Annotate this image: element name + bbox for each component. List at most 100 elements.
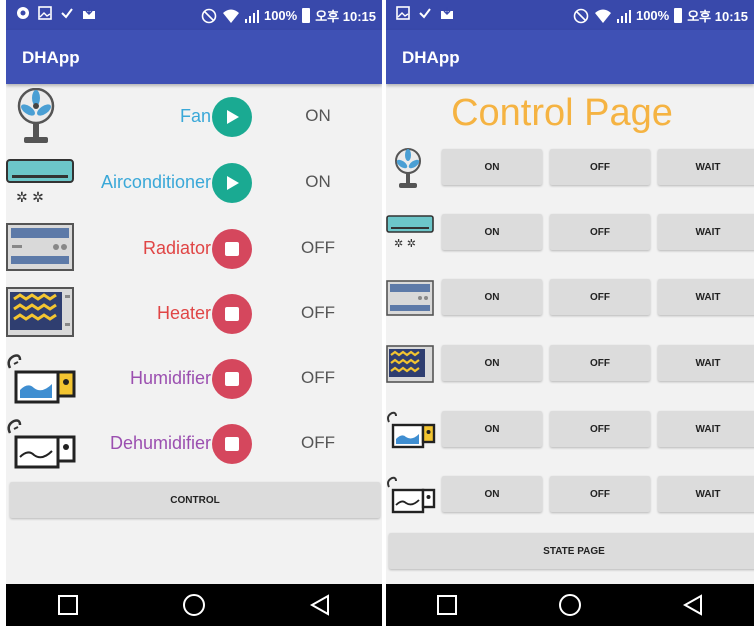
back-icon[interactable] — [682, 594, 704, 616]
signal-icon — [616, 9, 631, 23]
device-name: Airconditioner — [100, 172, 211, 192]
state-toggle-button[interactable] — [212, 294, 252, 334]
air-conditioner-icon: ✲ ✲ — [6, 154, 78, 212]
wifi-icon — [594, 8, 612, 24]
download-icon — [440, 6, 454, 20]
status-bar: 100% 오후 10:15 — [386, 0, 754, 30]
play-icon — [227, 110, 239, 124]
device-name: Fan — [179, 106, 211, 126]
dehumidifier-icon — [6, 415, 78, 473]
state-page-button[interactable]: STATE PAGE — [389, 533, 754, 569]
fan-icon — [6, 87, 78, 146]
state-toggle-button[interactable] — [212, 163, 252, 203]
air-conditioner-icon: ✲ ✲ — [386, 213, 436, 253]
fan-on-button[interactable]: ON — [442, 149, 542, 185]
control-row-humidifier: ON OFF WAIT — [386, 410, 754, 450]
humidifier-off-button[interactable]: OFF — [550, 411, 650, 447]
airconditioner-on-button[interactable]: ON — [442, 214, 542, 250]
heater-off-button[interactable]: OFF — [550, 345, 650, 381]
control-row-heater: ON OFF WAIT — [386, 344, 754, 384]
device-row-dehumidifier: Dehumidifier OFF — [6, 413, 382, 475]
battery-percent: 100% — [635, 8, 670, 23]
page-title: Control Page — [451, 92, 673, 134]
signal-icon — [244, 9, 259, 23]
control-button[interactable]: CONTROL — [10, 482, 380, 518]
heater-on-button[interactable]: ON — [442, 345, 542, 381]
clock: 오후 10:15 — [687, 9, 748, 24]
airconditioner-wait-button[interactable]: WAIT — [658, 214, 754, 250]
checkmark-icon — [418, 6, 432, 20]
state-label: OFF — [301, 368, 335, 387]
battery-icon — [302, 8, 311, 23]
recent-apps-icon[interactable] — [436, 594, 458, 616]
app-title: DHApp — [402, 48, 460, 67]
wifi-icon — [222, 8, 240, 24]
mute-icon — [201, 8, 217, 24]
control-row-radiator: ON OFF WAIT — [386, 278, 754, 318]
fan-icon — [386, 148, 436, 188]
gallery-icon — [396, 6, 410, 20]
clock: 오후 10:15 — [315, 9, 376, 24]
navigation-bar — [386, 584, 754, 626]
state-toggle-button[interactable] — [212, 424, 252, 464]
fan-off-button[interactable]: OFF — [550, 149, 650, 185]
device-row-humidifier: Humidifier OFF — [6, 348, 382, 410]
fan-wait-button[interactable]: WAIT — [658, 149, 754, 185]
device-name: Radiator — [142, 238, 211, 258]
home-icon[interactable] — [182, 593, 206, 617]
state-label: ON — [305, 106, 331, 125]
recent-apps-icon[interactable] — [57, 594, 79, 616]
home-icon[interactable] — [558, 593, 582, 617]
device-name: Humidifier — [129, 368, 211, 388]
battery-icon — [674, 8, 683, 23]
stop-icon — [225, 372, 239, 386]
state-label: OFF — [301, 238, 335, 257]
battery-percent: 100% — [263, 8, 298, 23]
device-row-airconditioner: ✲ ✲ Airconditioner ON — [6, 152, 382, 214]
control-row-fan: ON OFF WAIT — [386, 148, 754, 188]
control-screen: 100% 오후 10:15 DHApp Control Page ON OFF … — [386, 0, 754, 626]
humidifier-wait-button[interactable]: WAIT — [658, 411, 754, 447]
radiator-icon — [6, 220, 78, 278]
radiator-on-button[interactable]: ON — [442, 279, 542, 315]
radiator-icon — [386, 278, 436, 318]
state-label: OFF — [301, 433, 335, 452]
device-name: Heater — [156, 303, 211, 323]
state-label: OFF — [301, 303, 335, 322]
state-toggle-button[interactable] — [212, 359, 252, 399]
control-row-dehumidifier: ON OFF WAIT — [386, 475, 754, 515]
dehumidifier-off-button[interactable]: OFF — [550, 476, 650, 512]
radiator-wait-button[interactable]: WAIT — [658, 279, 754, 315]
device-row-heater: Heater OFF — [6, 283, 382, 345]
app-bar: DHApp — [386, 30, 754, 84]
heater-wait-button[interactable]: WAIT — [658, 345, 754, 381]
humidifier-icon — [386, 410, 436, 450]
download-icon — [82, 6, 96, 20]
notification-icon — [16, 6, 30, 20]
state-toggle-button[interactable] — [212, 97, 252, 137]
state-toggle-button[interactable] — [212, 229, 252, 269]
stop-icon — [225, 242, 239, 256]
stop-icon — [225, 307, 239, 321]
device-row-radiator: Radiator OFF — [6, 218, 382, 280]
checkmark-icon — [60, 6, 74, 20]
state-label: ON — [305, 172, 331, 191]
svg-text:✲ ✲: ✲ ✲ — [16, 190, 44, 206]
humidifier-on-button[interactable]: ON — [442, 411, 542, 447]
dehumidifier-icon — [386, 475, 436, 515]
app-bar: DHApp — [6, 30, 382, 84]
dehumidifier-wait-button[interactable]: WAIT — [658, 476, 754, 512]
status-bar: 100% 오후 10:15 — [6, 0, 382, 30]
svg-text:✲ ✲: ✲ ✲ — [394, 237, 416, 250]
dehumidifier-on-button[interactable]: ON — [442, 476, 542, 512]
humidifier-icon — [6, 350, 78, 408]
heater-icon — [6, 285, 78, 343]
device-row-fan: Fan ON — [6, 86, 382, 148]
stop-icon — [225, 437, 239, 451]
control-row-airconditioner: ✲ ✲ ON OFF WAIT — [386, 213, 754, 253]
navigation-bar — [6, 584, 382, 626]
back-icon[interactable] — [309, 594, 331, 616]
airconditioner-off-button[interactable]: OFF — [550, 214, 650, 250]
heater-icon — [386, 344, 436, 384]
radiator-off-button[interactable]: OFF — [550, 279, 650, 315]
